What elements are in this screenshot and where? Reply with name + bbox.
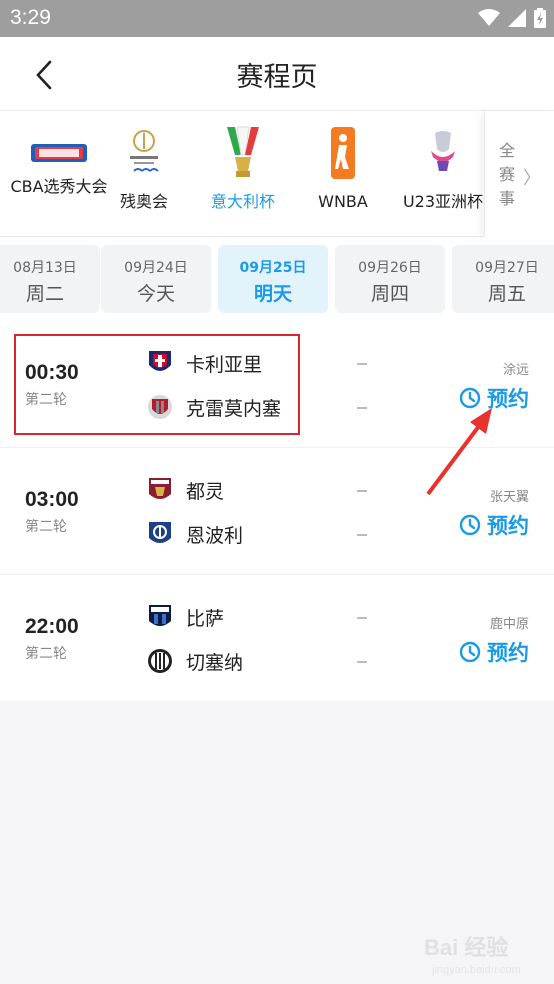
signal-icon	[508, 9, 526, 27]
all-events-label: 全赛事	[499, 141, 516, 208]
status-time: 3:29	[10, 6, 51, 29]
cba-draft-logo-icon	[29, 123, 89, 183]
league-label: CBA选秀大会	[10, 177, 108, 196]
league-label: 意大利杯	[210, 192, 275, 211]
weekday-label: 明天	[253, 283, 292, 305]
wifi-icon	[478, 9, 500, 26]
team-name: 切塞纳	[186, 651, 244, 674]
date-label: 09月25日	[239, 260, 307, 276]
reserve-label: 预约	[487, 514, 529, 538]
match-round: 第二轮	[25, 519, 67, 535]
team-name: 都灵	[186, 480, 225, 503]
date-tab[interactable]: 08月13日 周二	[0, 245, 100, 313]
u23-asian-cup-logo-icon	[413, 123, 473, 183]
page-title: 赛程页	[236, 62, 318, 93]
battery-icon	[534, 8, 546, 28]
team-name: 比萨	[186, 607, 225, 630]
home-score-placeholder	[357, 490, 367, 492]
reserve-button[interactable]: 预约	[459, 637, 529, 667]
away-score-placeholder	[357, 534, 367, 536]
watermark: Bai 经验 jingyan.baidu.com	[424, 930, 521, 976]
commentator-name: 鹿中原	[489, 617, 529, 632]
coppa-italia-logo-icon	[213, 123, 273, 183]
league-tab-u23-asian-cup[interactable]: U23亚洲杯	[398, 111, 488, 237]
torino-badge-icon	[146, 476, 174, 504]
weekday-label: 周四	[370, 283, 409, 305]
date-tab-selected[interactable]: 09月25日 明天	[218, 245, 328, 313]
match-time: 03:00	[25, 488, 79, 511]
match-row[interactable]: 22:00 第二轮 比萨 切塞纳 鹿中原 预约	[0, 575, 554, 702]
chevron-right-icon: 〉	[523, 168, 541, 189]
annotation-highlight-box	[14, 334, 300, 435]
league-label: 残奥会	[119, 192, 168, 211]
page-header: 赛程页	[0, 37, 554, 111]
away-score-placeholder	[357, 407, 367, 409]
away-score-placeholder	[357, 661, 367, 663]
commentator-name: 涂远	[502, 363, 529, 378]
date-tab[interactable]: 09月24日 今天	[101, 245, 211, 313]
home-team: 都灵	[146, 475, 224, 505]
league-tab-coppa-italia[interactable]: 意大利杯	[206, 111, 280, 237]
date-label: 09月24日	[124, 260, 188, 276]
status-bar: 3:29	[0, 0, 554, 37]
annotation-arrow-icon	[426, 408, 492, 496]
away-team: 切塞纳	[146, 646, 243, 676]
all-events-button[interactable]: 全赛事 〉	[484, 111, 554, 237]
watermark-site: jingyan.baidu.com	[432, 964, 521, 976]
date-label: 09月27日	[475, 260, 539, 276]
league-tab-cba-draft[interactable]: CBA选秀大会	[0, 111, 118, 237]
home-team: 比萨	[146, 602, 224, 632]
clock-icon	[459, 514, 481, 536]
league-label: WNBA	[318, 192, 368, 211]
reserve-button[interactable]: 预约	[459, 510, 529, 540]
home-score-placeholder	[357, 363, 367, 365]
date-strip: 08月13日 周二 09月24日 今天 09月25日 明天 09月26日 周四 …	[0, 237, 554, 327]
cesena-badge-icon	[146, 647, 174, 675]
match-time: 22:00	[25, 615, 79, 638]
status-icons	[478, 8, 546, 28]
weekday-label: 周五	[487, 283, 526, 305]
league-tab-wnba[interactable]: WNBA	[310, 111, 376, 237]
clock-icon	[459, 641, 481, 663]
league-label: U23亚洲杯	[402, 192, 484, 211]
away-team: 恩波利	[146, 519, 243, 549]
match-round: 第二轮	[25, 646, 67, 662]
pisa-badge-icon	[146, 603, 174, 631]
weekday-label: 今天	[136, 283, 175, 305]
reserve-label: 预约	[487, 641, 529, 665]
date-tab[interactable]: 09月26日 周四	[335, 245, 445, 313]
weekday-label: 周二	[25, 283, 64, 305]
wnba-logo-icon	[313, 123, 373, 183]
team-name: 恩波利	[186, 524, 244, 547]
empoli-badge-icon	[146, 520, 174, 548]
watermark-brand: Bai 经验	[424, 935, 509, 960]
date-label: 08月13日	[13, 260, 77, 276]
league-tab-paralympics[interactable]: 残奥会	[118, 111, 170, 237]
date-tab[interactable]: 09月27日 周五	[452, 245, 554, 313]
league-tabs: CBA选秀大会 残奥会 意大利杯 WNBA U23亚洲杯 全赛事 〉	[0, 111, 554, 237]
date-label: 09月26日	[358, 260, 422, 276]
paralympics-logo-icon	[114, 123, 174, 183]
home-score-placeholder	[357, 617, 367, 619]
